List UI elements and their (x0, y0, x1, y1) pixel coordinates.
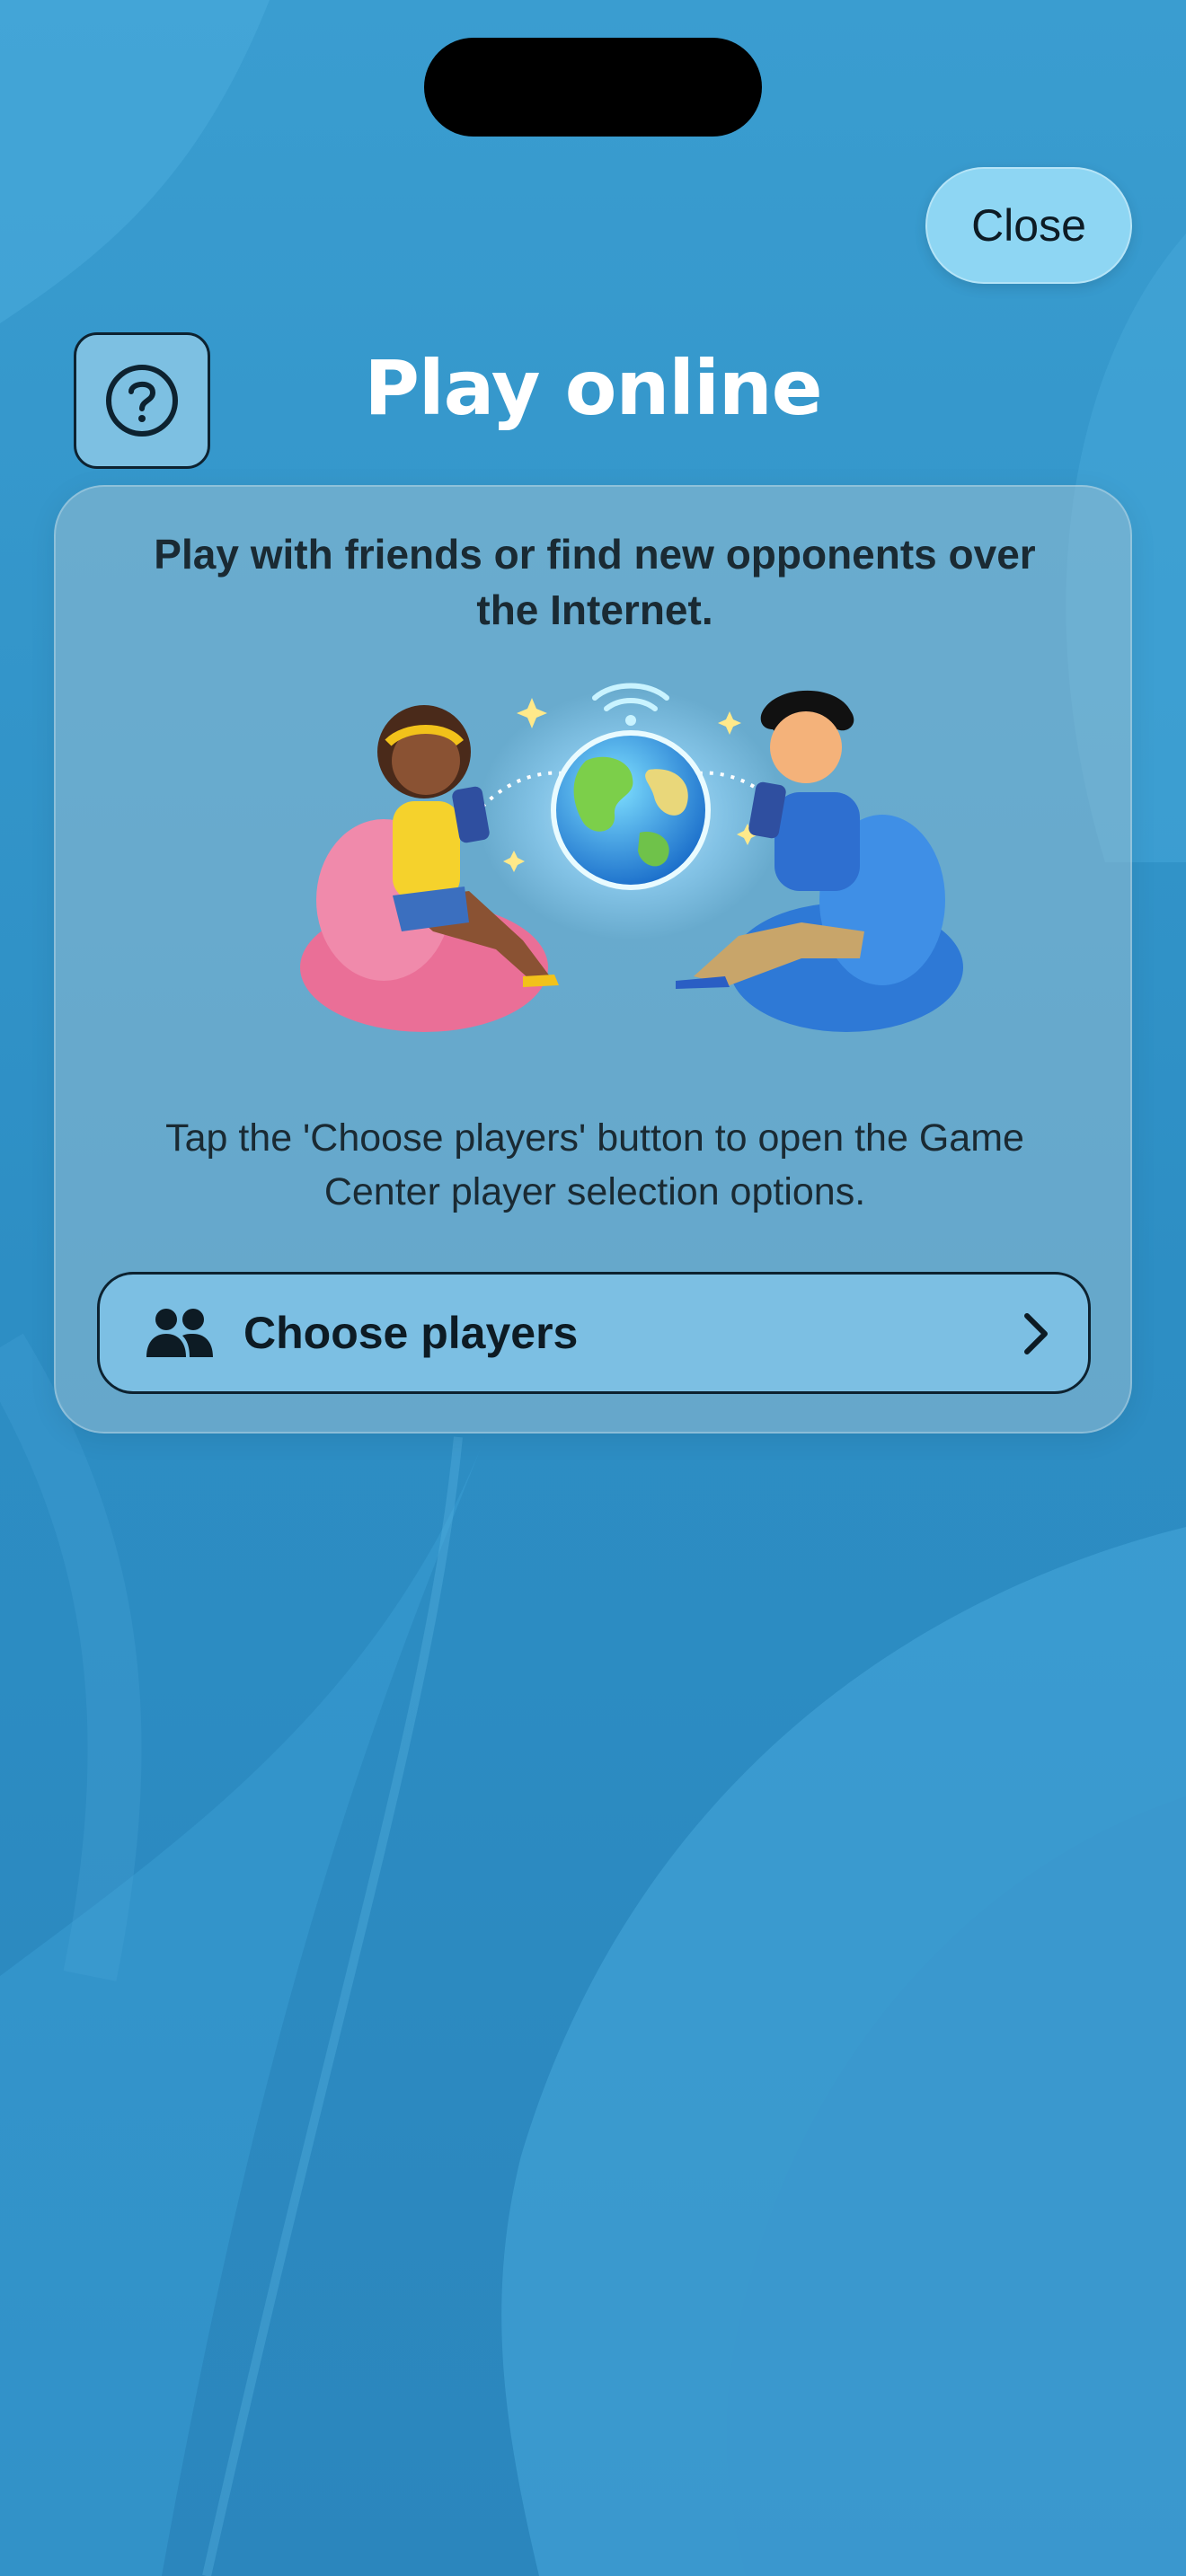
choose-players-button[interactable]: Choose players (97, 1272, 1091, 1394)
description-text: Tap the 'Choose players' button to open … (165, 1116, 1024, 1213)
intro-text: Play with friends or find new opponents … (154, 531, 1036, 633)
help-button[interactable] (74, 332, 210, 469)
two-people-icon (146, 1309, 213, 1357)
question-mark-circle-icon (106, 365, 178, 437)
players-illustration (300, 683, 963, 1032)
chevron-right-icon (1024, 1313, 1048, 1354)
page-title: Play online (364, 344, 822, 432)
close-button[interactable]: Close (925, 167, 1132, 284)
dynamic-island (424, 38, 762, 137)
choose-players-label: Choose players (243, 1308, 579, 1358)
play-online-card: Play with friends or find new opponents … (54, 485, 1132, 1434)
